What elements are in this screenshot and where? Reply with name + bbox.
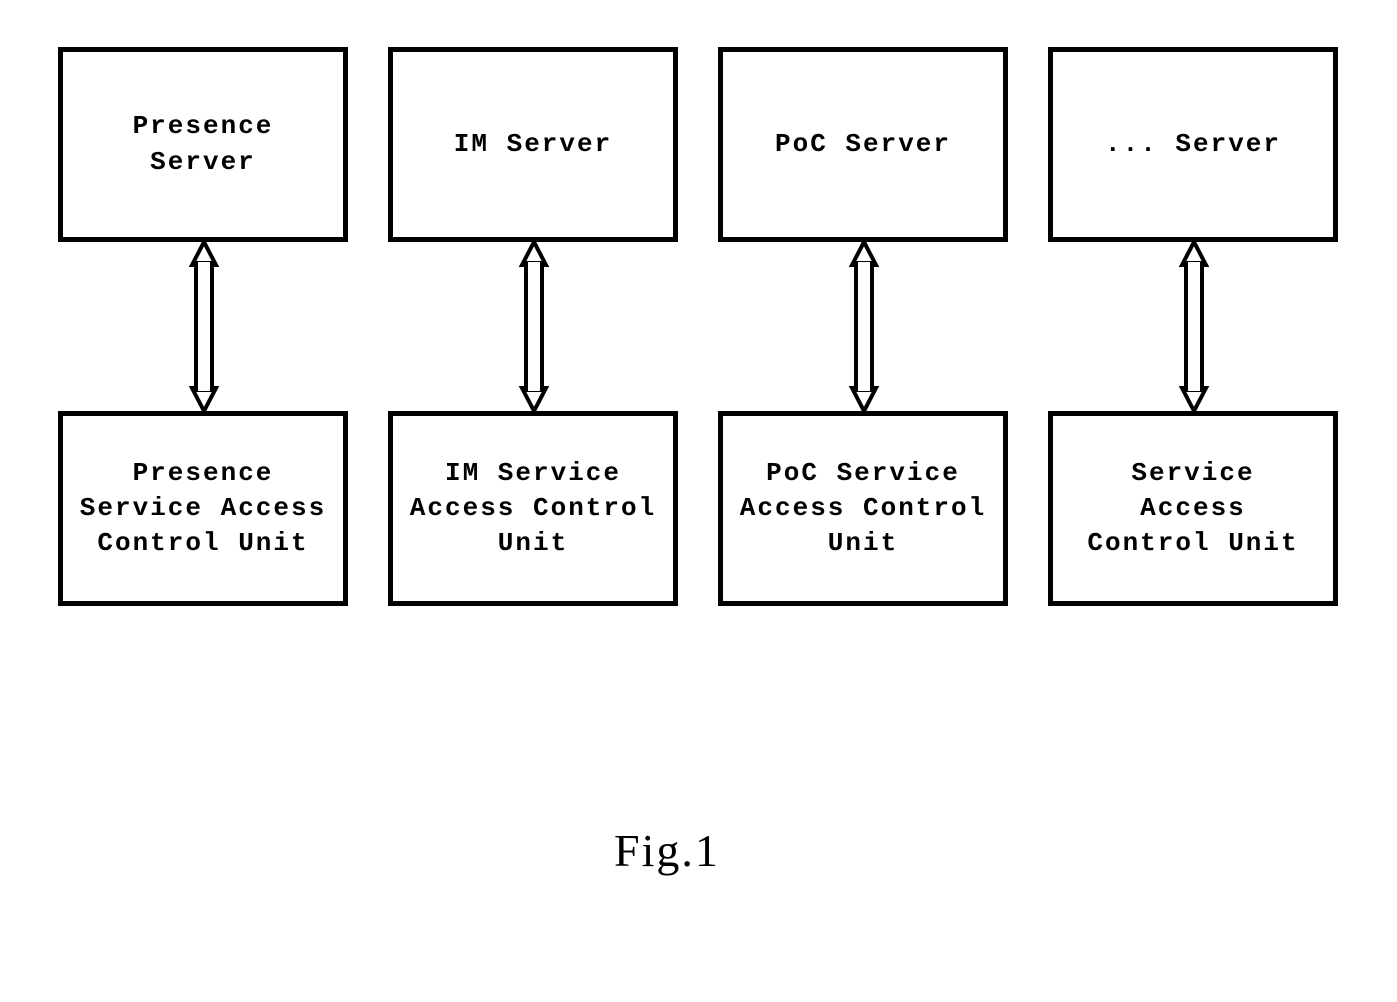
server-box-poc: PoC Server xyxy=(718,47,1008,242)
control-unit-box-presence: Presence Service Access Control Unit xyxy=(58,411,348,606)
bidirectional-arrow-icon xyxy=(1177,242,1211,411)
bidirectional-arrow-icon xyxy=(517,242,551,411)
figure-label: Fig.1 xyxy=(614,824,720,877)
control-unit-box-generic: Service Access Control Unit xyxy=(1048,411,1338,606)
server-box-im: IM Server xyxy=(388,47,678,242)
server-box-generic: ... Server xyxy=(1048,47,1338,242)
bidirectional-arrow-icon xyxy=(847,242,881,411)
control-unit-box-poc: PoC Service Access Control Unit xyxy=(718,411,1008,606)
server-box-presence: Presence Server xyxy=(58,47,348,242)
control-unit-box-im: IM Service Access Control Unit xyxy=(388,411,678,606)
diagram-canvas: Presence Server Presence Service Access … xyxy=(0,0,1397,1002)
bidirectional-arrow-icon xyxy=(187,242,221,411)
